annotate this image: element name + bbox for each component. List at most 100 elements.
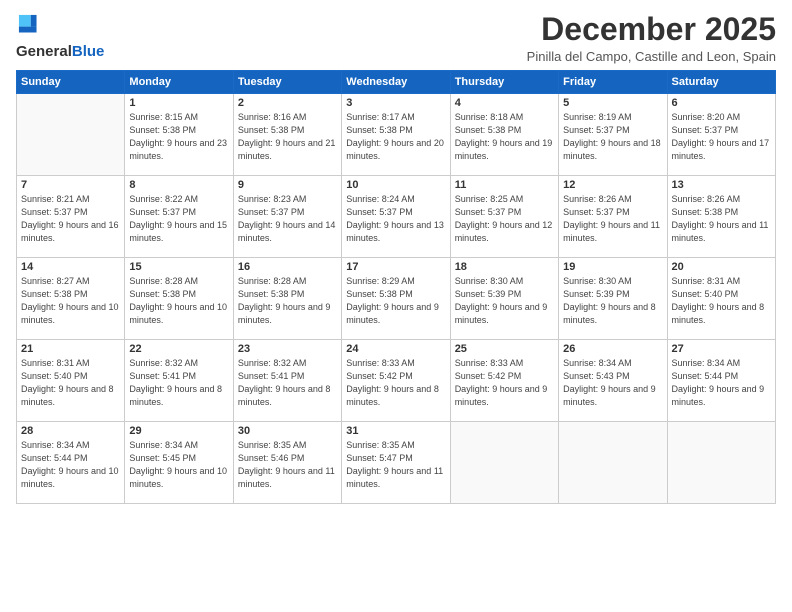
week-row-4: 28 Sunrise: 8:34 AMSunset: 5:44 PMDayligh… xyxy=(17,422,776,504)
week-row-3: 21 Sunrise: 8:31 AMSunset: 5:40 PMDayligh… xyxy=(17,340,776,422)
day-cell: 18 Sunrise: 8:30 AMSunset: 5:39 PMDayligh… xyxy=(450,258,558,340)
day-info: Sunrise: 8:30 AMSunset: 5:39 PMDaylight:… xyxy=(455,275,554,327)
day-info: Sunrise: 8:15 AMSunset: 5:38 PMDaylight:… xyxy=(129,111,228,163)
day-number: 9 xyxy=(238,179,337,191)
week-row-1: 7 Sunrise: 8:21 AMSunset: 5:37 PMDaylight… xyxy=(17,176,776,258)
day-info: Sunrise: 8:33 AMSunset: 5:42 PMDaylight:… xyxy=(346,357,445,409)
day-cell: 12 Sunrise: 8:26 AMSunset: 5:37 PMDayligh… xyxy=(559,176,667,258)
day-cell xyxy=(667,422,775,504)
day-cell: 5Sunrise: 8:19 AMSunset: 5:37 PMDaylight… xyxy=(559,94,667,176)
day-info: Sunrise: 8:26 AMSunset: 5:38 PMDaylight:… xyxy=(672,193,771,245)
day-info: Sunrise: 8:32 AMSunset: 5:41 PMDaylight:… xyxy=(238,357,337,409)
day-number: 5 xyxy=(563,97,662,109)
month-title: December 2025 xyxy=(527,12,776,47)
calendar-table: SundayMondayTuesdayWednesdayThursdayFrid… xyxy=(16,70,776,504)
weekday-header-tuesday: Tuesday xyxy=(233,71,341,94)
day-number: 12 xyxy=(563,179,662,191)
day-cell: 1 Sunrise: 8:15 AMSunset: 5:38 PMDaylight… xyxy=(125,94,233,176)
day-info: Sunrise: 8:25 AMSunset: 5:37 PMDaylight:… xyxy=(455,193,554,245)
day-info: Sunrise: 8:30 AMSunset: 5:39 PMDaylight:… xyxy=(563,275,662,327)
day-info: Sunrise: 8:26 AMSunset: 5:37 PMDaylight:… xyxy=(563,193,662,245)
day-cell xyxy=(559,422,667,504)
day-number: 3 xyxy=(346,97,445,109)
day-info: Sunrise: 8:18 AMSunset: 5:38 PMDaylight:… xyxy=(455,111,554,163)
day-info: Sunrise: 8:34 AMSunset: 5:44 PMDaylight:… xyxy=(21,439,120,491)
day-info: Sunrise: 8:23 AMSunset: 5:37 PMDaylight:… xyxy=(238,193,337,245)
day-cell: 31Sunrise: 8:35 AMSunset: 5:47 PMDayligh… xyxy=(342,422,450,504)
logo-line1: General xyxy=(16,43,72,60)
week-row-0: 1 Sunrise: 8:15 AMSunset: 5:38 PMDaylight… xyxy=(17,94,776,176)
day-info: Sunrise: 8:28 AMSunset: 5:38 PMDaylight:… xyxy=(238,275,337,327)
weekday-header-thursday: Thursday xyxy=(450,71,558,94)
day-number: 13 xyxy=(672,179,771,191)
day-number: 20 xyxy=(672,261,771,273)
day-info: Sunrise: 8:31 AMSunset: 5:40 PMDaylight:… xyxy=(21,357,120,409)
day-cell: 9 Sunrise: 8:23 AMSunset: 5:37 PMDaylight… xyxy=(233,176,341,258)
day-number: 15 xyxy=(129,261,228,273)
day-cell: 16 Sunrise: 8:28 AMSunset: 5:38 PMDayligh… xyxy=(233,258,341,340)
day-number: 22 xyxy=(129,343,228,355)
logo-icon xyxy=(16,12,38,34)
day-cell: 22Sunrise: 8:32 AMSunset: 5:41 PMDayligh… xyxy=(125,340,233,422)
weekday-header-wednesday: Wednesday xyxy=(342,71,450,94)
day-number: 1 xyxy=(129,97,228,109)
day-cell: 6 Sunrise: 8:20 AMSunset: 5:37 PMDaylight… xyxy=(667,94,775,176)
day-info: Sunrise: 8:34 AMSunset: 5:45 PMDaylight:… xyxy=(129,439,228,491)
day-number: 14 xyxy=(21,261,120,273)
logo-line2: Blue xyxy=(72,43,105,60)
day-cell: 4 Sunrise: 8:18 AMSunset: 5:38 PMDaylight… xyxy=(450,94,558,176)
day-info: Sunrise: 8:28 AMSunset: 5:38 PMDaylight:… xyxy=(129,275,228,327)
title-block: December 2025 Pinilla del Campo, Castill… xyxy=(527,12,776,64)
day-number: 17 xyxy=(346,261,445,273)
day-cell: 15 Sunrise: 8:28 AMSunset: 5:38 PMDayligh… xyxy=(125,258,233,340)
day-number: 21 xyxy=(21,343,120,355)
day-cell: 29 Sunrise: 8:34 AMSunset: 5:45 PMDayligh… xyxy=(125,422,233,504)
day-cell: 21 Sunrise: 8:31 AMSunset: 5:40 PMDayligh… xyxy=(17,340,125,422)
day-number: 30 xyxy=(238,425,337,437)
day-info: Sunrise: 8:27 AMSunset: 5:38 PMDaylight:… xyxy=(21,275,120,327)
day-info: Sunrise: 8:35 AMSunset: 5:46 PMDaylight:… xyxy=(238,439,337,491)
day-number: 27 xyxy=(672,343,771,355)
day-cell: 26 Sunrise: 8:34 AMSunset: 5:43 PMDayligh… xyxy=(559,340,667,422)
week-row-2: 14 Sunrise: 8:27 AMSunset: 5:38 PMDayligh… xyxy=(17,258,776,340)
day-info: Sunrise: 8:20 AMSunset: 5:37 PMDaylight:… xyxy=(672,111,771,163)
day-number: 28 xyxy=(21,425,120,437)
day-cell xyxy=(17,94,125,176)
day-number: 29 xyxy=(129,425,228,437)
day-cell: 3 Sunrise: 8:17 AMSunset: 5:38 PMDaylight… xyxy=(342,94,450,176)
day-number: 18 xyxy=(455,261,554,273)
day-cell: 25Sunrise: 8:33 AMSunset: 5:42 PMDayligh… xyxy=(450,340,558,422)
day-cell: 11 Sunrise: 8:25 AMSunset: 5:37 PMDayligh… xyxy=(450,176,558,258)
day-info: Sunrise: 8:33 AMSunset: 5:42 PMDaylight:… xyxy=(455,357,554,409)
day-info: Sunrise: 8:17 AMSunset: 5:38 PMDaylight:… xyxy=(346,111,445,163)
day-cell: 23Sunrise: 8:32 AMSunset: 5:41 PMDayligh… xyxy=(233,340,341,422)
weekday-header-row: SundayMondayTuesdayWednesdayThursdayFrid… xyxy=(17,71,776,94)
day-info: Sunrise: 8:29 AMSunset: 5:38 PMDaylight:… xyxy=(346,275,445,327)
day-cell: 28 Sunrise: 8:34 AMSunset: 5:44 PMDayligh… xyxy=(17,422,125,504)
day-number: 26 xyxy=(563,343,662,355)
day-info: Sunrise: 8:34 AMSunset: 5:43 PMDaylight:… xyxy=(563,357,662,409)
day-cell: 14 Sunrise: 8:27 AMSunset: 5:38 PMDayligh… xyxy=(17,258,125,340)
day-cell: 13 Sunrise: 8:26 AMSunset: 5:38 PMDayligh… xyxy=(667,176,775,258)
logo: GeneralBlue xyxy=(16,12,104,61)
day-cell: 8Sunrise: 8:22 AMSunset: 5:37 PMDaylight… xyxy=(125,176,233,258)
day-number: 7 xyxy=(21,179,120,191)
day-info: Sunrise: 8:22 AMSunset: 5:37 PMDaylight:… xyxy=(129,193,228,245)
weekday-header-sunday: Sunday xyxy=(17,71,125,94)
page: GeneralBlue December 2025 Pinilla del Ca… xyxy=(0,0,792,612)
day-cell: 30 Sunrise: 8:35 AMSunset: 5:46 PMDayligh… xyxy=(233,422,341,504)
day-info: Sunrise: 8:24 AMSunset: 5:37 PMDaylight:… xyxy=(346,193,445,245)
day-cell: 7 Sunrise: 8:21 AMSunset: 5:37 PMDaylight… xyxy=(17,176,125,258)
logo-text: GeneralBlue xyxy=(16,43,104,61)
day-info: Sunrise: 8:21 AMSunset: 5:37 PMDaylight:… xyxy=(21,193,120,245)
day-info: Sunrise: 8:16 AMSunset: 5:38 PMDaylight:… xyxy=(238,111,337,163)
day-number: 19 xyxy=(563,261,662,273)
day-number: 16 xyxy=(238,261,337,273)
weekday-header-saturday: Saturday xyxy=(667,71,775,94)
day-cell: 24Sunrise: 8:33 AMSunset: 5:42 PMDayligh… xyxy=(342,340,450,422)
day-cell: 17 Sunrise: 8:29 AMSunset: 5:38 PMDayligh… xyxy=(342,258,450,340)
day-number: 6 xyxy=(672,97,771,109)
day-number: 4 xyxy=(455,97,554,109)
day-number: 11 xyxy=(455,179,554,191)
day-info: Sunrise: 8:31 AMSunset: 5:40 PMDaylight:… xyxy=(672,275,771,327)
